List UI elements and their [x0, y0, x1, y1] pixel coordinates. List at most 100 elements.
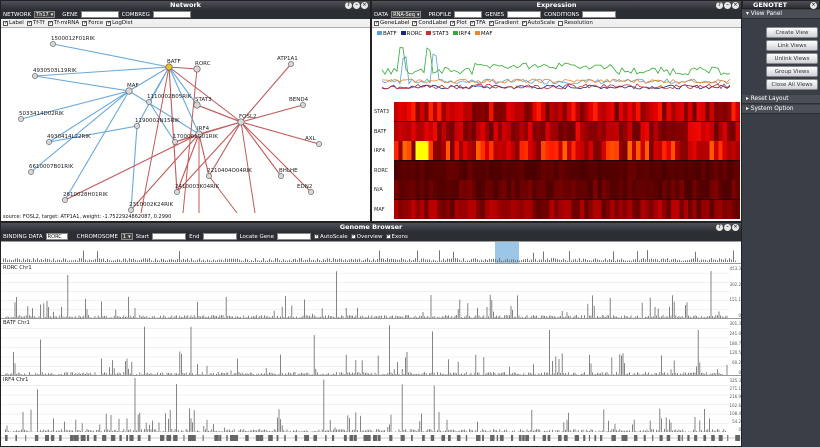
- heatmap-row[interactable]: [394, 160, 740, 180]
- binding-track[interactable]: BATF Chr1 301.3 241.0 180.7 120.5 60.2 0: [1, 318, 741, 375]
- close-icon[interactable]: ×: [732, 2, 739, 9]
- binding-track[interactable]: IRF4 Chr1 325.3 271.1 216.9 162.6 108.4 54.2 0: [1, 375, 741, 432]
- conditions-input[interactable]: [582, 11, 617, 18]
- genome-toggle-1[interactable]: Overview: [350, 233, 383, 240]
- link-views-button[interactable]: Link Views: [766, 40, 818, 51]
- binding-track[interactable]: RORC Chr1 453.3 302.2 151.1 0: [1, 263, 741, 318]
- network-node[interactable]: [172, 139, 178, 145]
- create-view-button[interactable]: Create View: [766, 27, 818, 38]
- tf-edge[interactable]: [52, 43, 170, 68]
- expression-toggle-3[interactable]: TFA: [469, 20, 486, 26]
- genes-input[interactable]: [507, 11, 542, 18]
- overview-bar: [93, 260, 94, 262]
- heatmap-row[interactable]: [394, 121, 740, 141]
- target-edge[interactable]: [130, 133, 200, 211]
- expression-toggle-2[interactable]: Plot: [450, 20, 467, 26]
- network-toggle-0[interactable]: Label: [3, 20, 24, 26]
- target-edge[interactable]: [176, 121, 242, 193]
- network-node[interactable]: [128, 207, 134, 213]
- network-node[interactable]: [46, 139, 52, 145]
- end-input[interactable]: [202, 233, 237, 240]
- overview-bar: [383, 258, 384, 262]
- overview-bar: [173, 259, 174, 262]
- help-icon[interactable]: ?: [345, 2, 352, 9]
- close-all-views-button[interactable]: Close All Views: [766, 79, 818, 90]
- close-icon[interactable]: ×: [732, 224, 739, 231]
- overview-bar: [693, 258, 694, 262]
- target-edge[interactable]: [140, 66, 170, 213]
- overview-bar: [481, 259, 482, 262]
- gene-input[interactable]: [80, 11, 119, 18]
- profile-input[interactable]: [454, 11, 483, 18]
- tf-edge[interactable]: [130, 125, 138, 211]
- network-node[interactable]: [316, 141, 322, 147]
- close-icon[interactable]: ×: [361, 2, 368, 9]
- overview-bar: [717, 260, 718, 262]
- network-node[interactable]: [300, 102, 306, 108]
- combreg-input[interactable]: [152, 11, 191, 18]
- network-toggle-3[interactable]: Force: [82, 20, 103, 26]
- end-label: End: [189, 233, 200, 240]
- genome-overview[interactable]: [1, 241, 741, 264]
- expression-toggle-4[interactable]: Gradient: [488, 20, 519, 26]
- target-edge[interactable]: [168, 66, 178, 193]
- network-node[interactable]: [18, 116, 24, 122]
- expression-series-line[interactable]: [381, 78, 731, 84]
- target-edge[interactable]: [196, 104, 242, 123]
- expression-series-line[interactable]: [381, 83, 731, 90]
- heatmap-row[interactable]: [394, 141, 740, 160]
- network-node[interactable]: [278, 173, 284, 179]
- network-toggle-1[interactable]: Tf-Tf: [26, 20, 45, 26]
- start-input[interactable]: [152, 233, 187, 240]
- network-node[interactable]: [308, 189, 314, 195]
- chromosome-select[interactable]: 1: [120, 233, 133, 240]
- locate-input[interactable]: [277, 233, 312, 240]
- network-node[interactable]: [206, 173, 212, 179]
- expression-toggle-0[interactable]: GeneLabel: [374, 20, 409, 26]
- network-toggle-4[interactable]: LogDist: [106, 20, 133, 26]
- view-panel-header[interactable]: ▾ View Panel: [742, 10, 820, 19]
- network-node[interactable]: [288, 61, 294, 67]
- overview-bar: [237, 258, 238, 262]
- reset-layout-header[interactable]: ▸ Reset Layout: [742, 95, 820, 104]
- tf-edge[interactable]: [34, 75, 130, 92]
- expression-toggle-6[interactable]: Resolution: [558, 20, 593, 26]
- network-node[interactable]: [32, 73, 38, 79]
- group-views-button[interactable]: Group Views: [766, 66, 818, 77]
- expression-heatmap[interactable]: [394, 102, 740, 219]
- target-edge[interactable]: [208, 175, 238, 213]
- target-edge[interactable]: [168, 66, 198, 70]
- overview-bar: [473, 258, 474, 262]
- network-select[interactable]: Th17: [34, 11, 56, 18]
- minimize-icon[interactable]: –: [353, 2, 360, 9]
- network-node[interactable]: [62, 197, 68, 203]
- heatmap-row[interactable]: [394, 102, 740, 121]
- system-option-header[interactable]: ▸ System Option: [742, 105, 820, 114]
- unlink-views-button[interactable]: Unlink Views: [766, 53, 818, 64]
- help-icon[interactable]: ?: [716, 2, 723, 9]
- binding-input[interactable]: [45, 233, 68, 240]
- heatmap-row[interactable]: [394, 199, 740, 219]
- heatmap-row[interactable]: [394, 180, 740, 199]
- network-node[interactable]: [146, 99, 152, 105]
- network-node[interactable]: [28, 169, 34, 175]
- genome-toggle-2[interactable]: Exons: [385, 233, 408, 240]
- data-select[interactable]: RNA-Seq: [391, 11, 422, 18]
- expression-series-line[interactable]: [381, 47, 731, 76]
- network-node[interactable]: [174, 189, 180, 195]
- network-toggle-2[interactable]: Tf-miRNA: [47, 20, 79, 26]
- expression-toggle-1[interactable]: CondLabel: [412, 20, 447, 26]
- overview-bar: [697, 258, 698, 262]
- minimize-icon[interactable]: –: [724, 224, 731, 231]
- minimize-icon[interactable]: –: [724, 2, 731, 9]
- expression-line-plot[interactable]: [372, 39, 742, 101]
- help-icon[interactable]: ?: [716, 224, 723, 231]
- genome-toggle-0[interactable]: AutoScale: [314, 233, 348, 240]
- network-node[interactable]: [50, 41, 56, 47]
- network-graph[interactable]: 1500012F01RIK 4930503L19RIK MAF BATF RORC ATP…: [1, 29, 371, 213]
- exon-block: [110, 435, 116, 441]
- expression-toggle-5[interactable]: AutoScale: [521, 20, 555, 26]
- network-node[interactable]: [134, 123, 140, 129]
- close-icon[interactable]: ×: [810, 2, 817, 9]
- target-edge[interactable]: [240, 121, 312, 193]
